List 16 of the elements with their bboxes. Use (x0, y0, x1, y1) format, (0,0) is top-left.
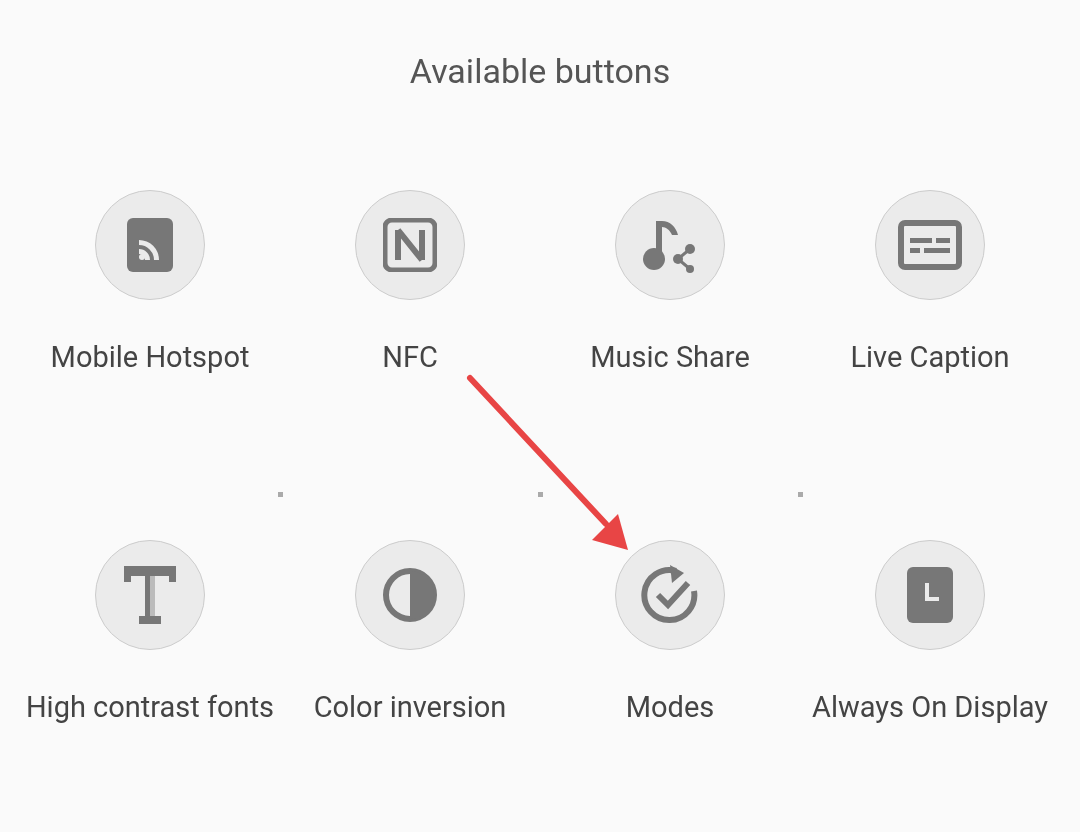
button-label: NFC (381, 339, 439, 376)
clock-card-icon (907, 567, 953, 623)
check-cycle-icon (640, 565, 700, 625)
button-label: Modes (624, 689, 716, 726)
button-label: High contrast fonts (25, 689, 275, 726)
button-label: Always On Display (810, 689, 1049, 726)
nfc-icon (383, 218, 437, 272)
button-label: Mobile Hotspot (49, 339, 251, 376)
button-label: Color inversion (312, 689, 508, 726)
page-title: Available buttons (409, 50, 671, 92)
contrast-icon (382, 567, 438, 623)
text-format-icon (122, 566, 178, 624)
button-label: Music Share (589, 339, 751, 376)
button-label: Live Caption (849, 339, 1011, 376)
signal-card-icon (127, 218, 173, 272)
caption-icon (898, 220, 962, 270)
